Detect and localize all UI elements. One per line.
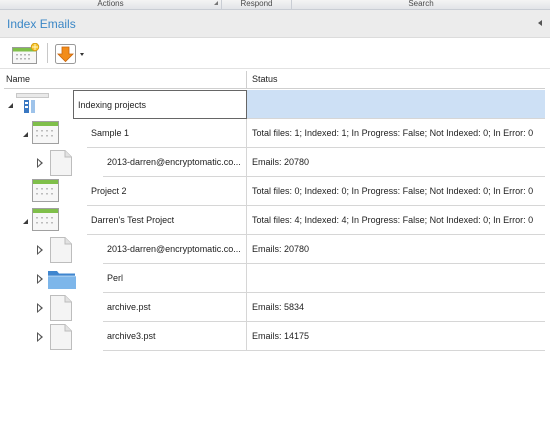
row-status bbox=[247, 264, 545, 293]
ribbon-group-search: Search bbox=[292, 0, 550, 10]
row-status bbox=[247, 90, 545, 119]
index-tree-list: Name Status Indexing projects Sample 1 T… bbox=[4, 71, 545, 436]
row-name: Project 2 bbox=[87, 177, 247, 206]
ribbon-group-label: Respond bbox=[240, 0, 273, 8]
expand-toggle-icon[interactable] bbox=[37, 245, 43, 255]
row-name: 2013-darren@encryptomatic.co... bbox=[103, 235, 247, 264]
column-header-name[interactable]: Name bbox=[4, 71, 247, 89]
row-name: 2013-darren@encryptomatic.co... bbox=[103, 148, 247, 177]
row-name: archive.pst bbox=[103, 293, 247, 322]
row-status: Emails: 20780 bbox=[247, 235, 545, 264]
toolbar bbox=[0, 38, 550, 69]
pane-header: Index Emails bbox=[0, 10, 550, 38]
tree-row-sample-1[interactable]: Sample 1 Total files: 1; Indexed: 1; In … bbox=[4, 119, 545, 148]
download-arrow-icon bbox=[55, 44, 76, 64]
tree-row-indexing-projects[interactable]: Indexing projects bbox=[4, 90, 545, 119]
row-status: Emails: 20780 bbox=[247, 148, 545, 177]
row-name: Sample 1 bbox=[87, 119, 247, 148]
row-status: Emails: 5834 bbox=[247, 293, 545, 322]
expander-fill bbox=[37, 160, 41, 166]
expand-toggle-icon[interactable] bbox=[37, 303, 43, 313]
expand-toggle-icon[interactable] bbox=[37, 274, 43, 284]
row-status: Total files: 1; Indexed: 1; In Progress:… bbox=[247, 119, 545, 148]
expander-fill bbox=[37, 276, 41, 282]
folder-icon bbox=[48, 271, 76, 289]
expand-toggle-icon[interactable] bbox=[8, 103, 13, 108]
row-name: Darren's Test Project bbox=[87, 206, 247, 235]
expand-toggle-icon[interactable] bbox=[23, 219, 28, 224]
ribbon-group-respond: Respond bbox=[222, 0, 292, 10]
expand-toggle-icon[interactable] bbox=[37, 158, 43, 168]
new-project-button[interactable] bbox=[9, 41, 41, 65]
indexing-root-icon bbox=[16, 93, 49, 113]
project-icon bbox=[32, 208, 59, 231]
document-icon bbox=[50, 150, 72, 176]
row-status: Total files: 4; Indexed: 4; In Progress:… bbox=[247, 206, 545, 235]
document-icon bbox=[50, 237, 72, 263]
row-status: Total files: 0; Indexed: 0; In Progress:… bbox=[247, 177, 545, 206]
tree-row-project-2[interactable]: Project 2 Total files: 0; Indexed: 0; In… bbox=[4, 177, 545, 206]
pane-title: Index Emails bbox=[7, 17, 76, 31]
ribbon-group-label: Search bbox=[408, 0, 434, 8]
tree-row-darrens-test-project[interactable]: Darren's Test Project Total files: 4; In… bbox=[4, 206, 545, 235]
expander-fill bbox=[37, 247, 41, 253]
download-dropdown-button[interactable] bbox=[52, 41, 86, 65]
tree-row-perl[interactable]: Perl bbox=[4, 264, 545, 293]
new-project-icon bbox=[12, 43, 40, 64]
ribbon-group-actions: Actions bbox=[0, 0, 222, 10]
row-status: Emails: 14175 bbox=[247, 322, 545, 351]
expander-fill bbox=[37, 305, 41, 311]
project-icon bbox=[32, 179, 59, 202]
column-header-status[interactable]: Status bbox=[248, 71, 545, 89]
document-icon bbox=[50, 324, 72, 350]
row-name: Perl bbox=[103, 264, 247, 293]
tree-row-file[interactable]: 2013-darren@encryptomatic.co... Emails: … bbox=[4, 148, 545, 177]
collapse-pane-icon[interactable] bbox=[538, 20, 542, 26]
column-header-row: Name Status bbox=[4, 71, 545, 89]
project-icon bbox=[32, 121, 59, 144]
tree-row-file[interactable]: 2013-darren@encryptomatic.co... Emails: … bbox=[4, 235, 545, 264]
chevron-down-icon bbox=[80, 53, 84, 56]
ribbon-group-label: Actions bbox=[97, 0, 124, 8]
tree-row-archive3-pst[interactable]: archive3.pst Emails: 14175 bbox=[4, 322, 545, 351]
expand-toggle-icon[interactable] bbox=[23, 132, 28, 137]
tree-row-archive-pst[interactable]: archive.pst Emails: 5834 bbox=[4, 293, 545, 322]
ribbon-group-strip: Actions Respond Search bbox=[0, 0, 550, 10]
document-icon bbox=[50, 295, 72, 321]
expander-fill bbox=[37, 334, 41, 340]
group-launcher-icon[interactable] bbox=[214, 1, 218, 5]
expand-toggle-icon[interactable] bbox=[37, 332, 43, 342]
row-name: Indexing projects bbox=[73, 90, 247, 119]
row-name: archive3.pst bbox=[103, 322, 247, 351]
toolbar-separator bbox=[47, 43, 48, 63]
